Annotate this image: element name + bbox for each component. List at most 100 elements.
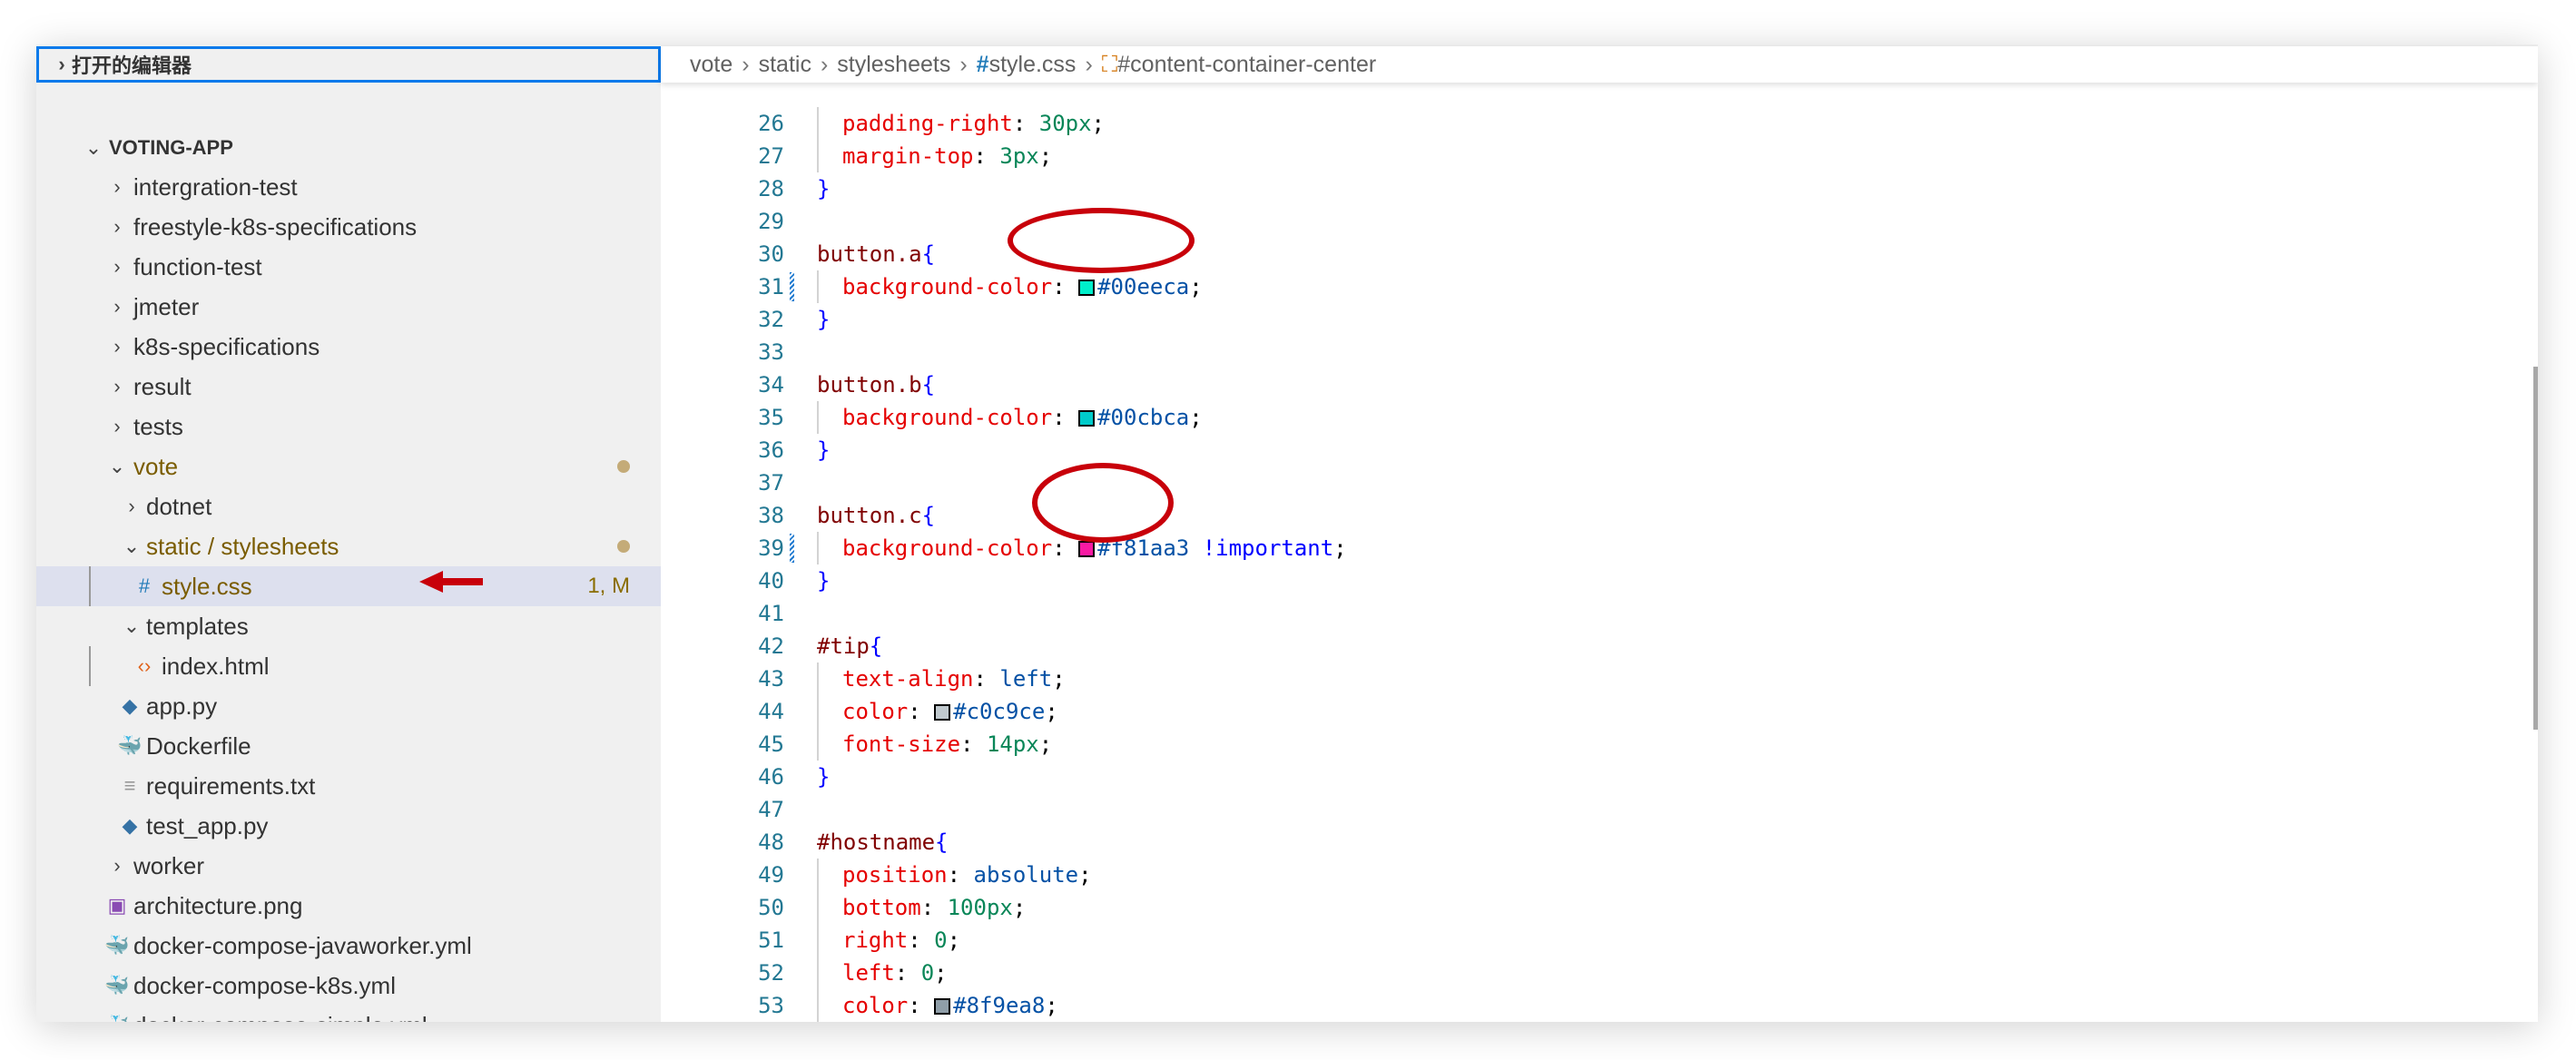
code-line: 51 right: 0; [661,924,2538,957]
code-token: text-align [842,666,974,692]
indent-guide [817,957,819,989]
tree-file[interactable]: 🐳 docker-compose-k8s.yml [36,966,661,1006]
tree-folder[interactable]: ⌄ static / stylesheets [36,526,661,566]
open-editors-section[interactable]: › 打开的编辑器 [36,46,661,83]
tree-item-label: jmeter [133,292,200,320]
line-number: 53 [758,993,784,1018]
tree-file[interactable]: ◆ app.py [36,686,661,726]
code-token: #c0c9ce [953,699,1046,724]
line-number: 26 [758,111,784,136]
tree-file[interactable]: 🐳 docker-compose-javaworker.yml [36,926,661,966]
code-line: 37 [661,466,2538,499]
docker-icon: 🐳 [117,734,143,757]
color-swatch[interactable] [1078,541,1096,557]
breadcrumb-item[interactable]: #content-container-center [1117,52,1376,78]
code-token: { [921,503,936,528]
code-token: : [1012,111,1039,136]
modified-line-marker[interactable] [790,272,794,301]
code-line: 35 background-color: #00cbca; [661,401,2538,434]
tree-file[interactable]: ‹› index.html [36,646,661,686]
tree-file[interactable]: 🐳docker-compose-simple.yml [36,1006,661,1023]
line-number: 52 [758,960,784,986]
color-swatch[interactable] [934,998,951,1015]
tree-file[interactable]: ≡ requirements.txt [36,766,661,806]
code-line: 48 #hostname{ [661,826,2538,859]
code-line: 32} [661,303,2538,336]
line-number: 46 [758,764,784,790]
breadcrumb: vote › static › stylesheets › # style.css › ⛶ #c… [661,46,2538,83]
annotation-circle-f81aa3 [1032,463,1174,543]
code-line: 50 bottom: 100px; [661,891,2538,924]
code-token: : [973,666,1000,692]
breadcrumb-item[interactable]: style.css [989,52,1077,78]
text-file-icon: ≡ [123,774,136,797]
tree-folder[interactable]: ⌄ vote [36,447,661,486]
tree-folder[interactable]: › function-test [36,247,661,287]
code-token: 14px [986,731,1039,757]
tree-item-label: test_app.py [146,811,269,839]
tree-file[interactable]: ▣ architecture.png [36,886,661,926]
code-line: 33 [661,336,2538,368]
code-token: background-color [842,535,1053,561]
tree-folder[interactable]: › tests [36,407,661,447]
python-icon: ◆ [122,694,138,717]
code-token: ; [1038,143,1053,169]
code-token: absolute [973,862,1079,888]
code-line: 38 button.c{ [661,499,2538,532]
color-swatch[interactable] [934,704,951,721]
tree-folder[interactable]: › k8s-specifications [36,327,661,367]
code-line: 34 button.b{ [661,368,2538,401]
tree-item-label: freestyle-k8s-specifications [133,212,418,240]
code-token: button.c [817,503,922,528]
indent-guide [817,662,819,695]
code-token: : [908,699,935,724]
code-token: : [947,862,974,888]
chevron-right-icon: › [113,854,121,877]
code-line: 27 margin-top: 3px; [661,140,2538,172]
line-number: 42 [758,633,784,659]
code-token: 100px [947,895,1013,920]
code-token: button.b [817,372,922,398]
code-token: } [817,437,831,463]
code-token: } [817,176,831,201]
code-line: 36} [661,434,2538,466]
tree-folder[interactable]: › dotnet [36,486,661,526]
code-token: 0 [920,960,935,986]
code-token: { [921,372,936,398]
tree-file[interactable]: # style.css 1, M [36,566,661,606]
color-swatch[interactable] [1078,410,1096,427]
html-icon: ‹› [137,654,152,677]
line-number: 31 [758,274,784,299]
tree-item-label: vote [133,452,179,480]
code-line: 53 color: #8f9ea8; [661,989,2538,1022]
tree-folder[interactable]: ⌄ VOTING-APP [36,128,661,168]
code-token: left [842,960,895,986]
tree-file[interactable]: 🐳 Dockerfile [36,726,661,766]
tree-folder[interactable]: › freestyle-k8s-specifications [36,207,661,247]
chevron-down-icon: ⌄ [108,455,126,477]
vertical-scrollbar[interactable] [2533,367,2538,730]
tree-folder[interactable]: › jmeter [36,287,661,327]
indent-guide [817,859,819,891]
code-token: ; [934,960,948,986]
code-token: ; [1045,993,1058,1018]
breadcrumb-item[interactable]: vote [690,52,732,78]
code-token: #hostname [817,829,936,855]
tree-item-label: docker-compose-k8s.yml [133,971,396,999]
tree-folder[interactable]: ⌄ templates [36,606,661,646]
line-number: 32 [758,307,784,332]
line-number: 30 [758,241,784,267]
tree-folder[interactable]: › result [36,367,661,407]
breadcrumb-item[interactable]: static [759,52,811,78]
breadcrumb-item[interactable]: stylesheets [837,52,950,78]
tree-folder[interactable]: › worker [36,846,661,886]
chevron-right-icon: › [113,415,121,437]
line-number: 35 [758,405,784,430]
tree-folder[interactable]: › intergration-test [36,167,661,207]
color-swatch[interactable] [1078,280,1096,296]
code-token: : [1052,405,1079,430]
tree-item-label: docker-compose-simple.yml [133,1012,428,1023]
tree-file[interactable]: ◆ test_app.py [36,806,661,846]
modified-line-marker[interactable] [790,534,794,563]
tree-item-label: function-test [133,252,262,280]
